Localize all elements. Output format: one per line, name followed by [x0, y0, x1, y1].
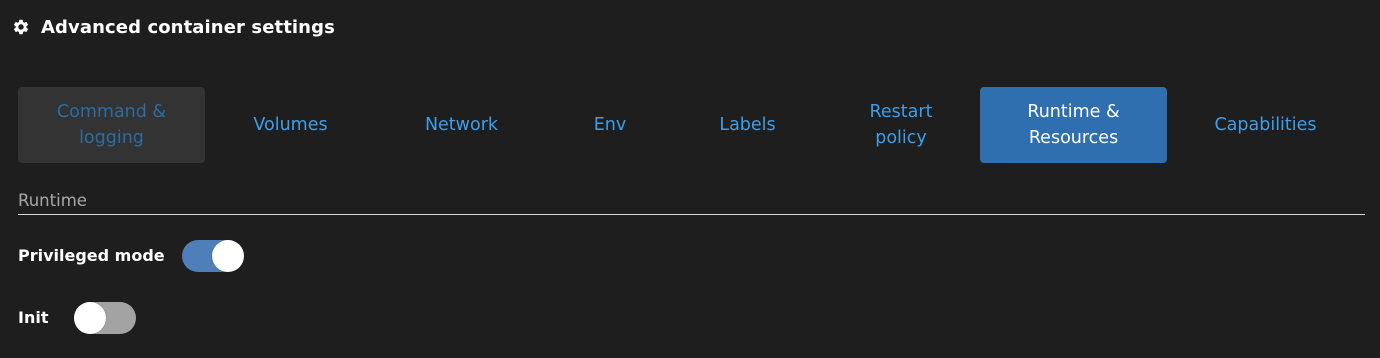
tab-env[interactable]: Env [547, 87, 673, 163]
init-toggle[interactable] [74, 302, 136, 334]
toggle-knob [74, 302, 106, 334]
tab-restart-policy[interactable]: Restart policy [822, 87, 980, 163]
tab-command-logging[interactable]: Command & logging [18, 87, 205, 163]
tab-network[interactable]: Network [376, 87, 547, 163]
section-title-runtime: Runtime [18, 191, 87, 210]
init-label: Init [18, 308, 49, 327]
gear-icon [12, 18, 30, 36]
panel-header: Advanced container settings [12, 15, 335, 39]
settings-tabs: Command & logging Volumes Network Env La… [18, 87, 1364, 163]
panel-title: Advanced container settings [41, 16, 335, 38]
tab-runtime-resources[interactable]: Runtime & Resources [980, 87, 1167, 163]
toggle-knob [212, 240, 244, 272]
privileged-mode-toggle[interactable] [182, 240, 244, 272]
section-divider [18, 214, 1365, 215]
privileged-mode-label: Privileged mode [18, 246, 165, 265]
tab-capabilities[interactable]: Capabilities [1167, 87, 1364, 163]
tab-labels[interactable]: Labels [673, 87, 822, 163]
tab-volumes[interactable]: Volumes [205, 87, 376, 163]
